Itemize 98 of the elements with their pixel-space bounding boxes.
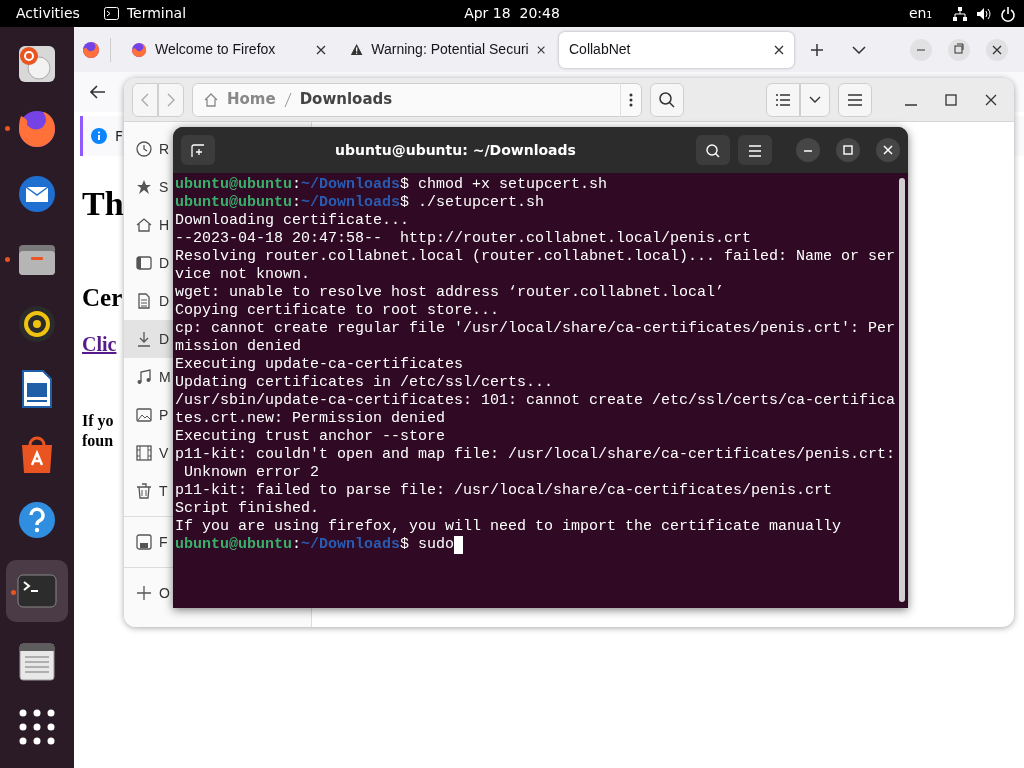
picture-icon — [136, 407, 152, 423]
close-button[interactable] — [986, 38, 1008, 61]
trash-icon — [136, 483, 152, 499]
terminal-prompt-line: ubuntu@ubuntu:~/Downloads$ ./setupcert.sh — [175, 194, 546, 212]
terminal-prompt-line: ubuntu@ubuntu:~/Downloads$ sudo — [175, 536, 906, 554]
terminal-output-line: mission denied — [175, 338, 303, 356]
clock[interactable]: Apr 18 20:48 — [464, 3, 560, 24]
home-icon — [136, 217, 152, 233]
notification-text: F — [115, 126, 124, 146]
list-icon — [775, 93, 791, 107]
terminal-output-line: p11-kit: couldn't open and map file: /usr/local/share/ca-certificates/penis.crt: — [175, 446, 897, 464]
browser-tab[interactable]: Welcome to Firefox — [121, 31, 336, 68]
sidebar-item[interactable]: H — [124, 206, 173, 244]
search-icon — [659, 92, 675, 108]
close-icon[interactable] — [536, 44, 545, 55]
terminal-output-line: Downloading certificate... — [175, 212, 411, 230]
terminal-output-line: /usr/sbin/update-ca-certificates: 101: cannot create /etc/ssl/certs/ca-certifica — [175, 392, 897, 410]
terminal-output-line: p11-kit: failed to parse file: /usr/local/share/ca-certificates/penis.crt — [175, 482, 834, 500]
input-source-indicator[interactable]: en₁ — [908, 3, 932, 24]
chevron-down-icon — [852, 46, 866, 54]
sidebar-item[interactable]: T — [124, 472, 173, 510]
sidebar-item[interactable]: R — [124, 130, 173, 168]
terminal-output-line: Copying certificate to root store... — [175, 302, 501, 320]
window-title: ubuntu@ubuntu: ~/Downloads — [334, 140, 577, 160]
sidebar-item[interactable]: O — [124, 574, 173, 612]
page-paragraph: If yo foun — [82, 410, 114, 451]
document-icon — [136, 293, 152, 309]
sidebar-item[interactable]: V — [124, 434, 173, 472]
sidebar-item[interactable]: F — [124, 523, 173, 561]
page-link[interactable]: Clic — [82, 328, 117, 359]
sidebar-item[interactable]: P — [124, 396, 173, 434]
browser-icon[interactable] — [82, 40, 100, 59]
browser-icon — [131, 41, 147, 58]
terminal-output-line: Executing trust anchor --store — [175, 428, 447, 446]
list-view-button[interactable] — [766, 82, 800, 117]
terminal-output-line: Unknown error 2 — [183, 464, 321, 482]
plus-icon — [810, 43, 824, 57]
menu-icon — [748, 144, 762, 157]
browser-tab[interactable]: Warning: Potential Securi — [340, 31, 555, 68]
sidebar-item[interactable]: S — [124, 168, 173, 206]
scrollbar[interactable] — [899, 178, 905, 602]
page-subheading: Cer — [82, 283, 123, 313]
download-icon — [136, 331, 152, 347]
new-tab-icon — [191, 143, 205, 158]
terminal-output-line: Updating certificates in /etc/ssl/certs... — [175, 374, 555, 392]
drive-icon — [136, 534, 152, 550]
warning-icon — [350, 42, 364, 57]
power-icon — [1000, 5, 1016, 22]
terminal-output-line: cp: cannot create regular file '/usr/local/share/ca-certificates/penis.crt': Per — [175, 320, 897, 338]
activities-button[interactable]: Activities — [16, 3, 80, 24]
main-menu-button[interactable] — [838, 82, 872, 117]
clock-icon — [136, 141, 152, 157]
separator-icon — [283, 91, 292, 108]
back-arrow-icon[interactable] — [90, 85, 106, 99]
chevron-down-icon — [809, 96, 821, 104]
terminal-prompt-line: ubuntu@ubuntu:~/Downloads$ chmod +x setupcert.sh — [175, 176, 609, 194]
network-icon — [952, 5, 968, 22]
star-icon — [136, 179, 152, 195]
sidebar-item[interactable]: M — [124, 358, 173, 396]
page-heading: Th — [82, 184, 124, 224]
terminal-output-line: Script finished. — [175, 500, 321, 518]
terminal-output-line: Resolving router.collabnet.local (router.collabnet.local)... failed: Name or ser — [175, 248, 897, 266]
dock-item-highlight[interactable] — [6, 560, 68, 622]
terminal-output-line: --2023-04-18 20:47:58-- http://router.collabnet.local/penis.crt — [175, 230, 753, 248]
maximize-button[interactable] — [944, 92, 958, 107]
new-tab-button[interactable] — [181, 135, 215, 165]
music-note-icon — [136, 369, 152, 385]
terminal-icon — [103, 7, 119, 20]
info-icon — [91, 128, 107, 144]
menu-icon — [847, 94, 863, 106]
terminal-output-line: If you are using firefox, you will need to import the certificate manually — [175, 518, 843, 536]
terminal-output-line: vice not known. — [175, 266, 312, 284]
terminal-output-line: wget: unable to resolve host address ‘router.collabnet.local’ — [175, 284, 726, 302]
desktop-icon — [136, 255, 152, 271]
close-button[interactable] — [876, 138, 900, 162]
chevron-left-icon — [141, 93, 149, 107]
more-vertical-icon — [629, 92, 633, 107]
chevron-right-icon — [167, 93, 175, 107]
close-icon[interactable] — [774, 44, 784, 55]
browser-tab[interactable]: CollabNet — [559, 31, 794, 68]
path-segment[interactable]: Downloads — [291, 88, 401, 111]
home-icon — [203, 91, 219, 108]
maximize-button[interactable] — [836, 138, 860, 162]
search-button[interactable] — [650, 82, 684, 117]
terminal-output-line: Executing update-ca-certificates — [175, 356, 465, 374]
minimize-button[interactable] — [796, 138, 820, 162]
menu-button[interactable] — [738, 135, 772, 165]
close-button[interactable] — [984, 92, 998, 107]
terminal-output-line: tes.crt.new: Permission denied — [175, 410, 447, 428]
film-icon — [136, 445, 152, 461]
sidebar-item[interactable]: D — [124, 320, 173, 358]
sidebar-item[interactable]: D — [124, 282, 173, 320]
search-button[interactable] — [696, 135, 730, 165]
app-menu-label[interactable]: Terminal — [126, 3, 187, 24]
close-icon[interactable] — [316, 44, 326, 55]
sidebar-item[interactable]: D — [124, 244, 173, 282]
search-icon — [706, 143, 720, 158]
plus-icon — [136, 585, 152, 601]
